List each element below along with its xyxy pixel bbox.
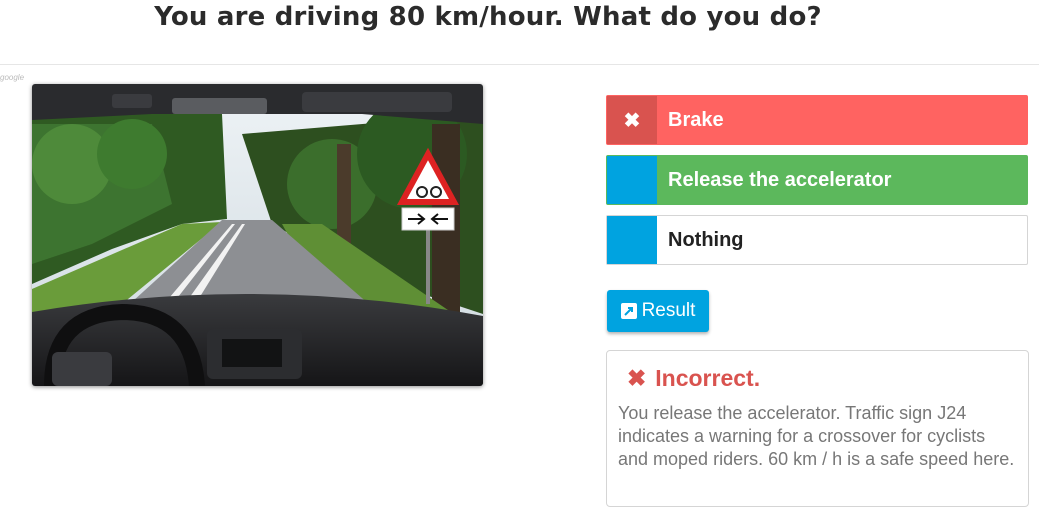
result-button-label: Result [641,300,696,321]
feedback-header: ✖ Incorrect. [627,365,1017,392]
answer-label: Release the accelerator [668,168,892,191]
result-button[interactable]: Result [607,290,709,332]
feedback-title: Incorrect. [655,365,761,391]
answer-option-nothing[interactable]: Nothing [606,215,1028,265]
answer-label: Brake [668,108,724,131]
watermark: google [0,73,25,82]
answer-option-release-accelerator[interactable]: Release the accelerator [606,155,1028,205]
incorrect-icon: ✖ [627,365,647,391]
answer-marker [607,156,657,204]
answer-label: Nothing [668,228,744,251]
answer-option-brake[interactable]: ✖ Brake [606,95,1028,145]
feedback-panel: ✖ Incorrect. You release the accelerator… [606,350,1029,507]
question-title: You are driving 80 km/hour. What do you … [154,2,822,32]
header-divider [0,64,1039,65]
answer-marker [607,216,657,264]
external-link-icon [620,303,637,319]
close-icon: ✖ [607,96,657,144]
road-scene-image [32,84,483,386]
feedback-text: You release the accelerator. Traffic sig… [618,403,1015,469]
